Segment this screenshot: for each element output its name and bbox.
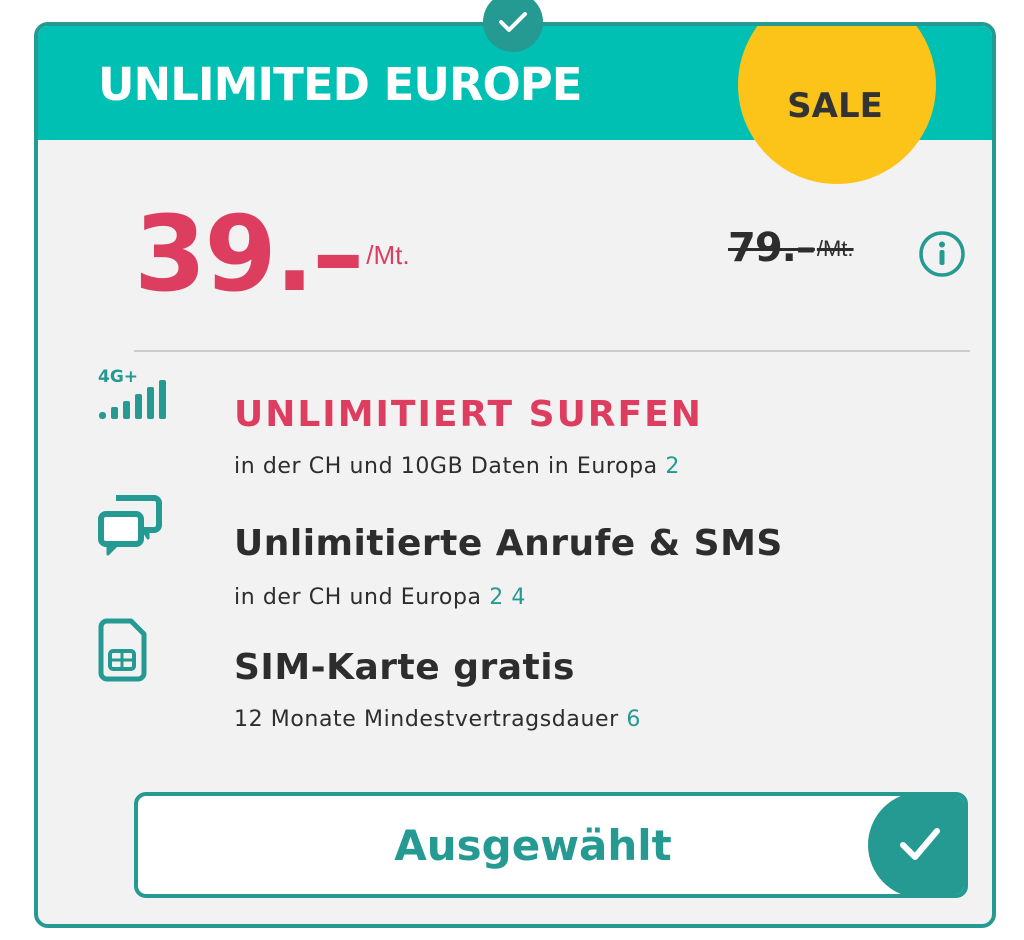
chat-icon <box>98 495 162 556</box>
selected-plan-button[interactable]: Ausgewählt <box>134 792 968 898</box>
price-value: 39.– <box>134 193 364 315</box>
price-unit: /Mt. <box>366 240 410 270</box>
footnote-link[interactable]: 6 <box>626 707 641 732</box>
current-price: 39.– /Mt. <box>134 202 410 306</box>
footnote-link[interactable]: 2 <box>665 454 680 479</box>
checkmark-icon <box>868 796 964 894</box>
feature-title: Unlimitierte Anrufe & SMS <box>234 523 783 564</box>
sale-badge: SALE <box>738 26 936 184</box>
feature-subtitle: 12 Monate Mindestvertragsdauer 6 <box>234 709 641 731</box>
feature-subtitle: in der CH und Europa 2 4 <box>234 587 526 609</box>
network-4g-icon: 4G+ <box>98 367 166 419</box>
sale-badge-label: SALE <box>787 86 883 126</box>
old-price-value: 79.– <box>728 225 816 271</box>
feature-title: SIM-Karte gratis <box>234 647 575 688</box>
divider <box>134 350 970 352</box>
old-price: 79.– /Mt. <box>728 228 854 268</box>
select-button-label: Ausgewählt <box>394 820 672 870</box>
info-icon[interactable] <box>918 230 966 278</box>
sim-card-icon <box>98 618 147 682</box>
network-4g-icon-label: 4G+ <box>98 367 138 387</box>
feature-title: UNLIMITIERT SURFEN <box>234 394 703 435</box>
old-price-unit: /Mt. <box>816 236 854 261</box>
feature-subtitle-text: in der CH und Europa <box>234 585 482 610</box>
plan-card[interactable]: UNLIMITED EUROPE SALE 39.– /Mt. 79.– /Mt… <box>34 22 996 928</box>
feature-subtitle-text: in der CH und 10GB Daten in Europa <box>234 454 658 479</box>
feature-subtitle-text: 12 Monate Mindestvertragsdauer <box>234 707 619 732</box>
feature-subtitle: in der CH und 10GB Daten in Europa 2 <box>234 456 680 478</box>
plan-title: UNLIMITED EUROPE <box>98 58 583 111</box>
footnote-link[interactable]: 2 4 <box>489 585 526 610</box>
